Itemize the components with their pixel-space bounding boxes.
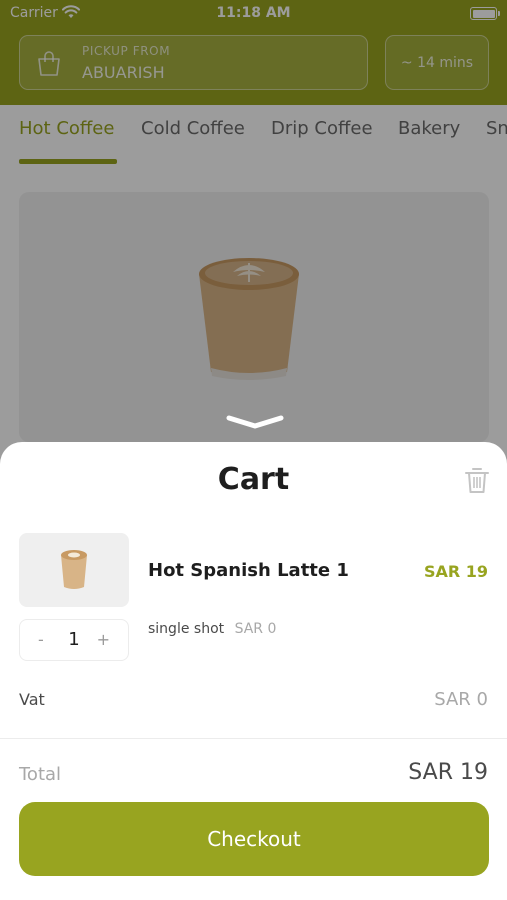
vat-value: SAR 0 bbox=[434, 689, 488, 710]
trash-icon[interactable] bbox=[464, 466, 490, 494]
chevron-down-icon[interactable] bbox=[226, 413, 284, 429]
option-name: single shot bbox=[148, 621, 225, 637]
divider bbox=[0, 738, 507, 739]
cart-item-option: single shot SAR 0 bbox=[148, 621, 276, 637]
cart-item-thumbnail bbox=[19, 533, 129, 607]
cart-sheet: Cart Hot Spanish Latte 1 SAR 19 - 1 + si… bbox=[0, 442, 507, 900]
cart-item-price: SAR 19 bbox=[423, 562, 488, 581]
coffee-cup-image bbox=[61, 550, 87, 589]
total-value: SAR 19 bbox=[408, 760, 488, 785]
quantity-stepper: - 1 + bbox=[19, 619, 129, 661]
checkout-button[interactable]: Checkout bbox=[19, 802, 489, 876]
cart-title: Cart bbox=[217, 462, 290, 497]
increment-button[interactable]: + bbox=[97, 630, 110, 649]
cart-item-name: Hot Spanish Latte 1 bbox=[148, 560, 349, 581]
option-price: SAR 0 bbox=[234, 621, 277, 637]
vat-label: Vat bbox=[19, 690, 45, 709]
quantity-value: 1 bbox=[68, 629, 80, 650]
total-label: Total bbox=[19, 764, 62, 785]
